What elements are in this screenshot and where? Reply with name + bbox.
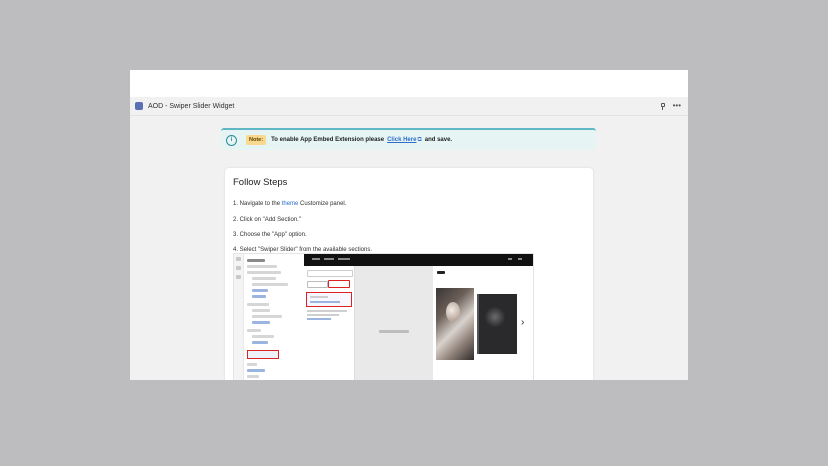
screenshot-preview-panel — [355, 266, 433, 380]
banner-text: To enable App Embed Extension please — [271, 137, 385, 143]
app-title: AOD - Swiper Slider Widget — [148, 102, 235, 110]
screenshot-apps-tab-highlight — [328, 280, 350, 288]
pin-icon[interactable] — [660, 102, 666, 110]
screenshot-chevron-right-icon: › — [521, 317, 525, 328]
step-1-suffix: Customize panel. — [298, 201, 347, 207]
screenshot-slide-image-1 — [436, 288, 474, 360]
app-window: AOD - Swiper Slider Widget ••• i Note: T… — [130, 70, 688, 380]
step-1-theme-link[interactable]: theme — [282, 201, 299, 207]
info-icon: i — [226, 134, 237, 146]
screenshot-rail — [234, 254, 244, 380]
top-strip — [130, 70, 688, 97]
screenshot-swiper-item-highlight — [306, 292, 352, 307]
screenshot-heading-fragment — [437, 271, 445, 274]
step-1: 1. Navigate to the theme Customize panel… — [233, 201, 346, 207]
screenshot-slide-image-1-detail — [446, 302, 460, 322]
screenshot-topbar — [304, 254, 533, 266]
banner-trailing-text: and save. — [424, 137, 453, 143]
step-3: 3. Choose the "App" option. — [233, 232, 307, 238]
screenshot-slide-image-2-detail — [485, 306, 505, 328]
app-icon — [135, 102, 143, 110]
title-bar: AOD - Swiper Slider Widget ••• — [130, 97, 688, 116]
follow-steps-card: Follow Steps 1. Navigate to the theme Cu… — [225, 168, 593, 380]
screenshot-section-picker — [304, 266, 355, 380]
more-horizontal-icon[interactable]: ••• — [673, 102, 681, 110]
screenshot-add-section-highlight — [247, 350, 279, 359]
tutorial-screenshot: › — [233, 253, 534, 380]
card-title: Follow Steps — [233, 177, 288, 188]
note-badge: Note: — [246, 135, 267, 145]
click-here-link[interactable]: Click Here — [387, 137, 416, 143]
screenshot-sidebar — [244, 254, 304, 380]
step-1-prefix: 1. Navigate to the — [233, 201, 282, 207]
title-bar-actions: ••• — [660, 102, 681, 110]
external-link-icon[interactable]: ⧉ — [417, 137, 421, 144]
main-content: i Note: To enable App Embed Extension pl… — [130, 116, 688, 380]
app-embed-banner: i Note: To enable App Embed Extension pl… — [221, 128, 596, 150]
step-2: 2. Click on "Add Section." — [233, 217, 301, 223]
